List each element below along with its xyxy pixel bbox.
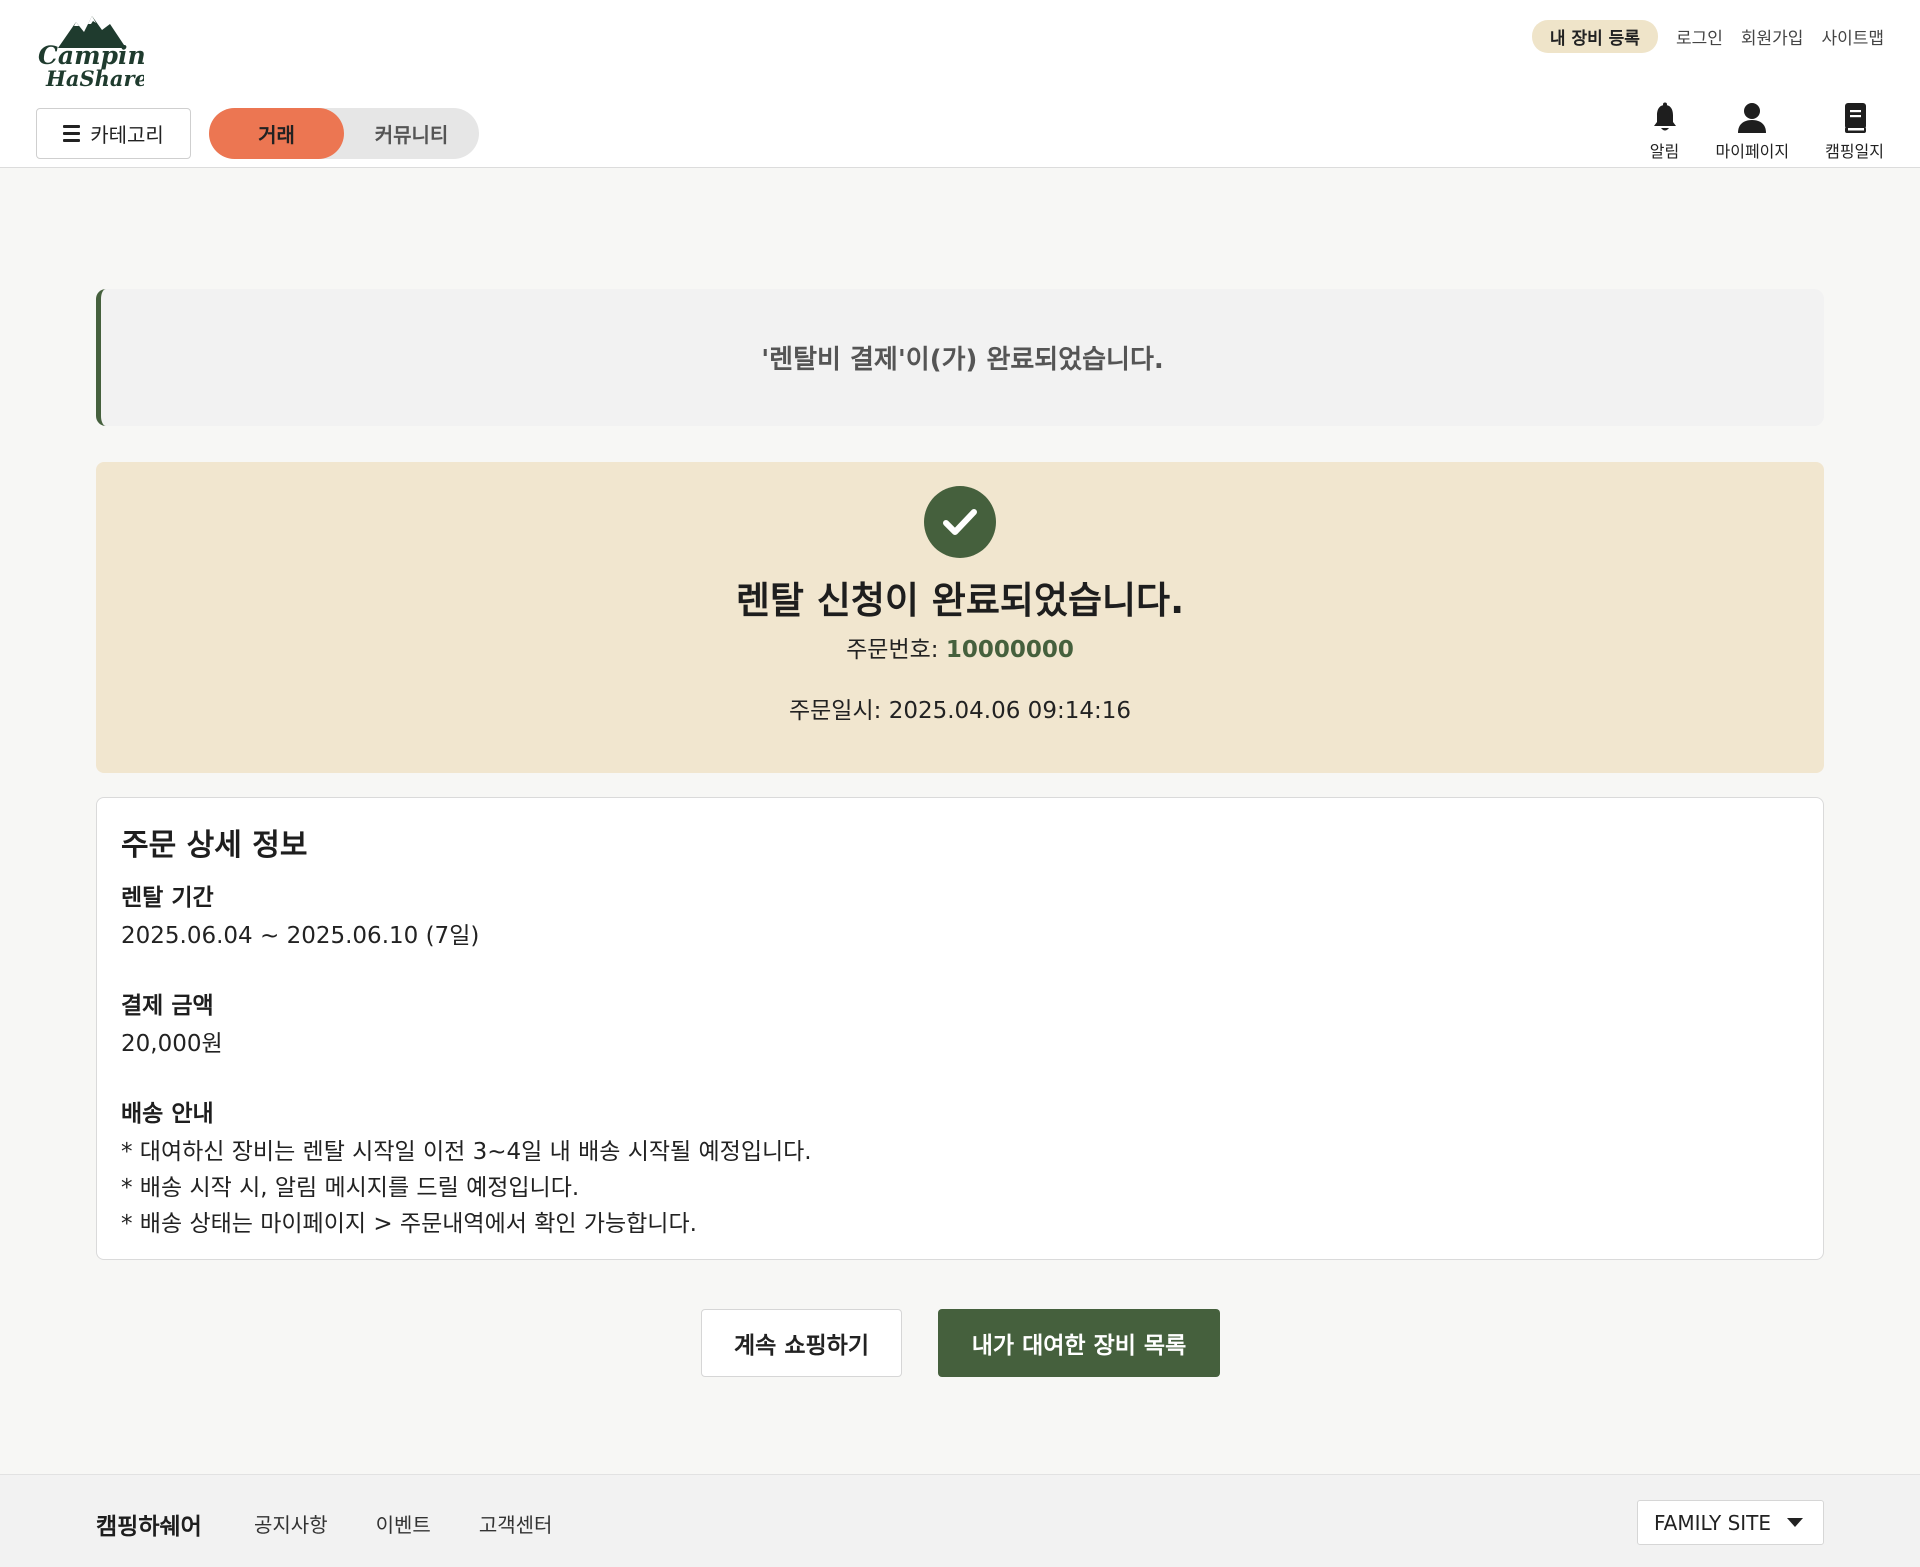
footer-link-event[interactable]: 이벤트 bbox=[376, 1509, 431, 1538]
camping-log-button[interactable]: 캠핑일지 bbox=[1825, 102, 1884, 162]
site-header: Camping HaShare 내 장비 등록 로그인 회원가입 사이트맵 카테… bbox=[0, 0, 1920, 168]
rental-period-value: 2025.06.04 ~ 2025.06.10 (7일) bbox=[121, 923, 480, 949]
book-icon bbox=[1844, 103, 1866, 133]
login-link[interactable]: 로그인 bbox=[1676, 24, 1723, 49]
tab-community[interactable]: 커뮤니티 bbox=[344, 108, 479, 159]
payment-amount-section: 결제 금액 20,000원 bbox=[121, 986, 1799, 1062]
top-links: 내 장비 등록 로그인 회원가입 사이트맵 bbox=[1531, 20, 1884, 53]
delivery-section: 배송 안내 * 대여하신 장비는 렌탈 시작일 이전 3~4일 내 배송 시작될… bbox=[121, 1094, 1799, 1242]
delivery-line: * 배송 상태는 마이페이지 > 주문내역에서 확인 가능합니다. bbox=[121, 1211, 697, 1237]
complete-title: 렌탈 신청이 완료되었습니다. bbox=[735, 579, 1185, 622]
bell-icon bbox=[1653, 102, 1676, 131]
caret-down-icon bbox=[1787, 1518, 1803, 1527]
delivery-line: * 배송 시작 시, 알림 메시지를 드릴 예정입니다. bbox=[121, 1175, 580, 1201]
order-date: 주문일시: 2025.04.06 09:14:16 bbox=[96, 691, 1824, 725]
footer-link-support[interactable]: 고객센터 bbox=[479, 1509, 553, 1538]
footer-brand: 캠핑하쉐어 bbox=[96, 1514, 202, 1540]
mypage-button[interactable]: 마이페이지 bbox=[1715, 102, 1790, 162]
rental-complete-panel: 렌탈 신청이 완료되었습니다. 주문번호: 10000000 주문일시: 202… bbox=[96, 462, 1824, 773]
rental-period-section: 렌탈 기간 2025.06.04 ~ 2025.06.10 (7일) bbox=[121, 878, 1799, 954]
register-gear-button[interactable]: 내 장비 등록 bbox=[1531, 20, 1658, 53]
category-button[interactable]: 카테고리 bbox=[36, 108, 191, 159]
svg-text:HaShare: HaShare bbox=[45, 66, 144, 90]
main-tabs: 거래 커뮤니티 bbox=[209, 108, 479, 159]
check-icon bbox=[924, 486, 996, 558]
order-number-label: 주문번호: bbox=[846, 637, 946, 663]
menu-icon bbox=[63, 125, 81, 142]
my-rentals-button[interactable]: 내가 대여한 장비 목록 bbox=[938, 1309, 1220, 1377]
site-footer: 캠핑하쉐어 공지사항 이벤트 고객센터 FAMILY SITE bbox=[0, 1474, 1920, 1567]
camping-log-label: 캠핑일지 bbox=[1825, 142, 1884, 161]
category-label: 카테고리 bbox=[90, 123, 164, 147]
notifications-button[interactable]: 알림 bbox=[1650, 102, 1680, 162]
order-detail-title: 주문 상세 정보 bbox=[121, 828, 308, 863]
mypage-label: 마이페이지 bbox=[1715, 142, 1790, 161]
delivery-title: 배송 안내 bbox=[121, 1101, 214, 1127]
tab-trade[interactable]: 거래 bbox=[209, 108, 344, 159]
order-date-value: 2025.04.06 09:14:16 bbox=[888, 698, 1131, 724]
site-logo[interactable]: Camping HaShare bbox=[36, 12, 144, 90]
notice-text: '렌탈비 결제'이(가) 완료되었습니다. bbox=[761, 345, 1164, 375]
delivery-line: * 대여하신 장비는 렌탈 시작일 이전 3~4일 내 배송 시작될 예정입니다… bbox=[121, 1139, 812, 1165]
signup-link[interactable]: 회원가입 bbox=[1741, 24, 1804, 49]
order-number-value: 10000000 bbox=[945, 637, 1074, 663]
order-number: 주문번호: 10000000 bbox=[96, 630, 1824, 664]
rental-period-title: 렌탈 기간 bbox=[121, 885, 214, 911]
header-icon-nav: 알림 마이페이지 캠핑일지 bbox=[1650, 102, 1884, 162]
footer-links: 공지사항 이벤트 고객센터 bbox=[254, 1509, 552, 1538]
order-date-label: 주문일시: bbox=[788, 698, 889, 724]
notifications-label: 알림 bbox=[1649, 142, 1680, 161]
continue-shopping-button[interactable]: 계속 쇼핑하기 bbox=[701, 1309, 902, 1377]
payment-amount-value: 20,000원 bbox=[121, 1031, 223, 1057]
user-icon bbox=[1738, 103, 1767, 133]
footer-link-notice[interactable]: 공지사항 bbox=[254, 1509, 328, 1538]
payment-amount-title: 결제 금액 bbox=[121, 993, 214, 1019]
family-site-select[interactable]: FAMILY SITE bbox=[1637, 1500, 1824, 1545]
payment-complete-notice: '렌탈비 결제'이(가) 완료되었습니다. bbox=[96, 289, 1824, 426]
order-detail-panel: 주문 상세 정보 렌탈 기간 2025.06.04 ~ 2025.06.10 (… bbox=[96, 797, 1824, 1260]
sitemap-link[interactable]: 사이트맵 bbox=[1821, 24, 1884, 49]
family-site-label: FAMILY SITE bbox=[1654, 1510, 1772, 1535]
action-buttons: 계속 쇼핑하기 내가 대여한 장비 목록 bbox=[701, 1309, 1220, 1377]
